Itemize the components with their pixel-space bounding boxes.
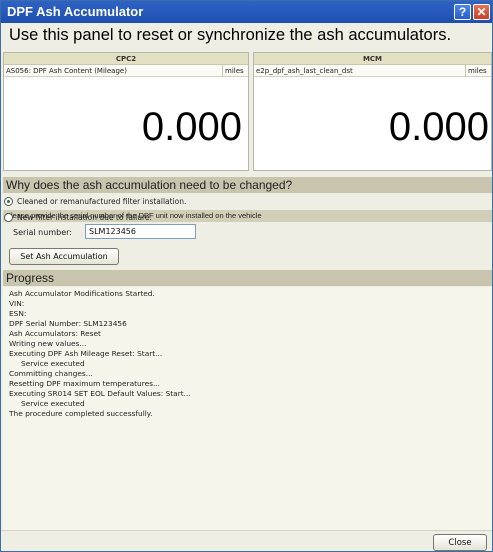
radio-new-filter[interactable]: New filter installation due to failure. <box>4 213 152 222</box>
cpc2-counter-panel: CPC2 AS056: DPF Ash Content (Mileage) mi… <box>3 52 249 171</box>
help-icon: ? <box>458 5 467 19</box>
footer-bar: Close <box>1 530 492 551</box>
window-close-button[interactable]: ✕ <box>473 4 490 20</box>
cpc2-label-row: AS056: DPF Ash Content (Mileage) miles <box>4 65 248 77</box>
cpc2-value: 0.000 <box>141 105 242 149</box>
mcm-header: MCM <box>254 53 491 65</box>
log-line: Committing changes... <box>9 369 93 378</box>
log-line: Service executed <box>21 399 85 408</box>
cpc2-parameter-label: AS056: DPF Ash Content (Mileage) <box>6 67 127 75</box>
radio-checked-icon[interactable] <box>4 197 13 206</box>
progress-section-header: Progress <box>3 270 492 286</box>
radio-new-label[interactable]: New filter installation due to failure. <box>17 213 152 222</box>
radio-cleaned-label[interactable]: Cleaned or remanufactured filter install… <box>17 197 186 206</box>
cpc2-unit: miles <box>222 65 248 77</box>
panel-heading: Use this panel to reset or synchronize t… <box>9 26 452 44</box>
radio-cleaned-filter[interactable]: Cleaned or remanufactured filter install… <box>4 197 186 206</box>
log-line: VIN: <box>9 299 25 308</box>
serial-number-input[interactable] <box>85 224 196 239</box>
log-line: Executing SR014 SET EOL Default Values: … <box>9 389 191 398</box>
log-line: Writing new values... <box>9 339 87 348</box>
reason-section-header: Why does the ash accumulation need to be… <box>3 177 492 193</box>
progress-log[interactable]: Ash Accumulator Modifications Started. V… <box>3 287 492 530</box>
mcm-unit: miles <box>465 65 491 77</box>
mcm-counter-panel: MCM e2p_dpf_ash_last_clean_dst miles 0.0… <box>253 52 492 171</box>
close-icon: ✕ <box>476 5 487 19</box>
radio-unchecked-icon[interactable] <box>4 213 13 222</box>
window-title: DPF Ash Accumulator <box>7 4 144 19</box>
log-line: Resetting DPF maximum temperatures... <box>9 379 161 388</box>
log-line: Ash Accumulator Modifications Started. <box>9 289 155 298</box>
help-button[interactable]: ? <box>454 4 471 20</box>
mcm-value: 0.000 <box>388 105 489 149</box>
log-line: The procedure completed successfully. <box>9 409 153 418</box>
mcm-parameter-label: e2p_dpf_ash_last_clean_dst <box>256 67 353 75</box>
log-line: ESN: <box>9 309 27 318</box>
serial-number-label: Serial number: <box>13 228 72 237</box>
close-button[interactable]: Close <box>433 534 487 551</box>
log-line: DPF Serial Number: SLM123456 <box>9 319 127 328</box>
mcm-label-row: e2p_dpf_ash_last_clean_dst miles <box>254 65 491 77</box>
cpc2-header: CPC2 <box>4 53 248 65</box>
log-line: Executing DPF Ash Mileage Reset: Start..… <box>9 349 163 358</box>
dpf-ash-accumulator-window: DPF Ash Accumulator ? ✕ Use this panel t… <box>0 0 493 552</box>
log-line: Service executed <box>21 359 85 368</box>
set-ash-accumulation-button[interactable]: Set Ash Accumulation <box>9 248 119 265</box>
title-bar[interactable]: DPF Ash Accumulator ? ✕ <box>1 1 492 23</box>
log-line: Ash Accumulators: Reset <box>9 329 101 338</box>
